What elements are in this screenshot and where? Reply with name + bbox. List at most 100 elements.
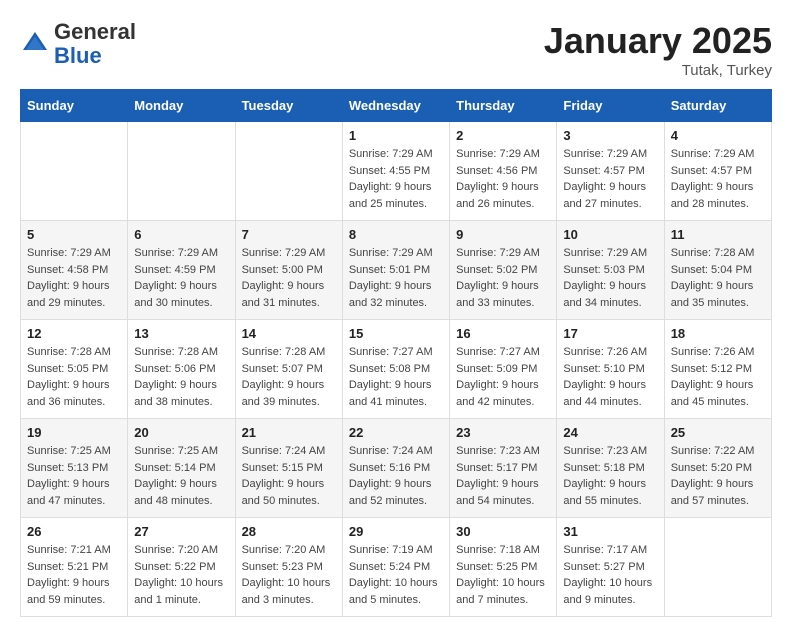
day-detail: Sunrise: 7:26 AM Sunset: 5:12 PM Dayligh… — [671, 344, 765, 410]
day-number: 7 — [242, 227, 336, 242]
day-number: 10 — [563, 227, 657, 242]
day-detail: Sunrise: 7:25 AM Sunset: 5:14 PM Dayligh… — [134, 443, 228, 509]
calendar-cell: 12 Sunrise: 7:28 AM Sunset: 5:05 PM Dayli… — [21, 320, 128, 419]
day-detail: Sunrise: 7:28 AM Sunset: 5:06 PM Dayligh… — [134, 344, 228, 410]
calendar-cell: 2 Sunrise: 7:29 AM Sunset: 4:56 PM Daylig… — [450, 122, 557, 221]
calendar-cell: 25Sunrise: 7:22 AM Sunset: 5:20 PM Dayli… — [664, 419, 771, 518]
day-number: 11 — [671, 227, 765, 242]
day-detail: Sunrise: 7:27 AM Sunset: 5:08 PM Dayligh… — [349, 344, 443, 410]
calendar-cell: 14 Sunrise: 7:28 AM Sunset: 5:07 PM Dayli… — [235, 320, 342, 419]
calendar-week-row: 26 Sunrise: 7:21 AM Sunset: 5:21 PM Dayli… — [21, 518, 772, 617]
location-subtitle: Tutak, Turkey — [544, 62, 772, 79]
day-number: 13 — [134, 326, 228, 341]
calendar-week-row: 1Sunrise: 7:29 AM Sunset: 4:55 PM Daylig… — [21, 122, 772, 221]
day-detail: Sunrise: 7:23 AM Sunset: 5:17 PM Dayligh… — [456, 443, 550, 509]
calendar-cell — [21, 122, 128, 221]
calendar-cell — [128, 122, 235, 221]
calendar-cell: 26 Sunrise: 7:21 AM Sunset: 5:21 PM Dayli… — [21, 518, 128, 617]
day-number: 12 — [27, 326, 121, 341]
day-detail: Sunrise: 7:29 AM Sunset: 5:01 PM Dayligh… — [349, 245, 443, 311]
calendar-cell: 10 Sunrise: 7:29 AM Sunset: 5:03 PM Dayli… — [557, 221, 664, 320]
day-detail: Sunrise: 7:19 AM Sunset: 5:24 PM Dayligh… — [349, 542, 443, 608]
day-detail: Sunrise: 7:21 AM Sunset: 5:21 PM Dayligh… — [27, 542, 121, 608]
calendar-header-row: SundayMondayTuesdayWednesdayThursdayFrid… — [21, 90, 772, 122]
calendar-cell: 4 Sunrise: 7:29 AM Sunset: 4:57 PM Daylig… — [664, 122, 771, 221]
calendar-cell: 19 Sunrise: 7:25 AM Sunset: 5:13 PM Dayli… — [21, 419, 128, 518]
calendar-cell: 24 Sunrise: 7:23 AM Sunset: 5:18 PM Dayli… — [557, 419, 664, 518]
day-detail: Sunrise: 7:28 AM Sunset: 5:04 PM Dayligh… — [671, 245, 765, 311]
day-detail: Sunrise: 7:29 AM Sunset: 4:56 PM Dayligh… — [456, 146, 550, 212]
logo: General Blue — [20, 20, 136, 68]
day-detail: Sunrise: 7:28 AM Sunset: 5:05 PM Dayligh… — [27, 344, 121, 410]
day-number: 4 — [671, 128, 765, 143]
day-detail: Sunrise: 7:29 AM Sunset: 4:55 PM Dayligh… — [349, 146, 443, 212]
day-detail: Sunrise: 7:22 AM Sunset: 5:20 PM Dayligh… — [671, 443, 765, 509]
day-number: 22 — [349, 425, 443, 440]
day-number: 18 — [671, 326, 765, 341]
day-detail: Sunrise: 7:29 AM Sunset: 5:03 PM Dayligh… — [563, 245, 657, 311]
day-number: 26 — [27, 524, 121, 539]
day-detail: Sunrise: 7:29 AM Sunset: 5:02 PM Dayligh… — [456, 245, 550, 311]
day-number: 24 — [563, 425, 657, 440]
page-header: General Blue January 2025 Tutak, Turkey — [20, 20, 772, 79]
calendar-cell: 7Sunrise: 7:29 AM Sunset: 5:00 PM Daylig… — [235, 221, 342, 320]
day-number: 29 — [349, 524, 443, 539]
header-sunday: Sunday — [21, 90, 128, 122]
title-block: January 2025 Tutak, Turkey — [544, 20, 772, 79]
day-number: 23 — [456, 425, 550, 440]
day-number: 19 — [27, 425, 121, 440]
month-title: January 2025 — [544, 20, 772, 62]
calendar-cell: 5 Sunrise: 7:29 AM Sunset: 4:58 PM Daylig… — [21, 221, 128, 320]
day-detail: Sunrise: 7:18 AM Sunset: 5:25 PM Dayligh… — [456, 542, 550, 608]
calendar-week-row: 12 Sunrise: 7:28 AM Sunset: 5:05 PM Dayli… — [21, 320, 772, 419]
calendar-week-row: 19 Sunrise: 7:25 AM Sunset: 5:13 PM Dayli… — [21, 419, 772, 518]
header-thursday: Thursday — [450, 90, 557, 122]
day-number: 8 — [349, 227, 443, 242]
day-number: 2 — [456, 128, 550, 143]
day-detail: Sunrise: 7:23 AM Sunset: 5:18 PM Dayligh… — [563, 443, 657, 509]
calendar-cell: 16Sunrise: 7:27 AM Sunset: 5:09 PM Dayli… — [450, 320, 557, 419]
day-number: 16 — [456, 326, 550, 341]
day-detail: Sunrise: 7:29 AM Sunset: 4:57 PM Dayligh… — [563, 146, 657, 212]
day-number: 20 — [134, 425, 228, 440]
calendar-cell: 28Sunrise: 7:20 AM Sunset: 5:23 PM Dayli… — [235, 518, 342, 617]
day-number: 17 — [563, 326, 657, 341]
calendar-cell: 22 Sunrise: 7:24 AM Sunset: 5:16 PM Dayli… — [342, 419, 449, 518]
logo-text: General Blue — [54, 20, 136, 68]
day-number: 3 — [563, 128, 657, 143]
day-detail: Sunrise: 7:20 AM Sunset: 5:22 PM Dayligh… — [134, 542, 228, 608]
day-number: 5 — [27, 227, 121, 242]
calendar-cell: 23 Sunrise: 7:23 AM Sunset: 5:17 PM Dayli… — [450, 419, 557, 518]
day-detail: Sunrise: 7:24 AM Sunset: 5:15 PM Dayligh… — [242, 443, 336, 509]
calendar-cell: 15 Sunrise: 7:27 AM Sunset: 5:08 PM Dayli… — [342, 320, 449, 419]
day-number: 9 — [456, 227, 550, 242]
day-detail: Sunrise: 7:29 AM Sunset: 4:57 PM Dayligh… — [671, 146, 765, 212]
header-monday: Monday — [128, 90, 235, 122]
calendar-cell: 8 Sunrise: 7:29 AM Sunset: 5:01 PM Daylig… — [342, 221, 449, 320]
calendar-cell: 30 Sunrise: 7:18 AM Sunset: 5:25 PM Dayli… — [450, 518, 557, 617]
day-number: 15 — [349, 326, 443, 341]
logo-general: General — [54, 19, 136, 44]
day-detail: Sunrise: 7:24 AM Sunset: 5:16 PM Dayligh… — [349, 443, 443, 509]
calendar-cell: 18 Sunrise: 7:26 AM Sunset: 5:12 PM Dayli… — [664, 320, 771, 419]
header-saturday: Saturday — [664, 90, 771, 122]
calendar-cell: 11 Sunrise: 7:28 AM Sunset: 5:04 PM Dayli… — [664, 221, 771, 320]
day-detail: Sunrise: 7:29 AM Sunset: 4:59 PM Dayligh… — [134, 245, 228, 311]
calendar-cell: 6Sunrise: 7:29 AM Sunset: 4:59 PM Daylig… — [128, 221, 235, 320]
day-detail: Sunrise: 7:26 AM Sunset: 5:10 PM Dayligh… — [563, 344, 657, 410]
day-detail: Sunrise: 7:28 AM Sunset: 5:07 PM Dayligh… — [242, 344, 336, 410]
header-tuesday: Tuesday — [235, 90, 342, 122]
calendar-table: SundayMondayTuesdayWednesdayThursdayFrid… — [20, 89, 772, 617]
calendar-cell — [235, 122, 342, 221]
day-number: 27 — [134, 524, 228, 539]
header-wednesday: Wednesday — [342, 90, 449, 122]
calendar-cell: 29 Sunrise: 7:19 AM Sunset: 5:24 PM Dayli… — [342, 518, 449, 617]
day-detail: Sunrise: 7:20 AM Sunset: 5:23 PM Dayligh… — [242, 542, 336, 608]
day-detail: Sunrise: 7:29 AM Sunset: 4:58 PM Dayligh… — [27, 245, 121, 311]
day-detail: Sunrise: 7:25 AM Sunset: 5:13 PM Dayligh… — [27, 443, 121, 509]
calendar-cell: 1Sunrise: 7:29 AM Sunset: 4:55 PM Daylig… — [342, 122, 449, 221]
calendar-week-row: 5 Sunrise: 7:29 AM Sunset: 4:58 PM Daylig… — [21, 221, 772, 320]
logo-blue: Blue — [54, 43, 102, 68]
day-number: 30 — [456, 524, 550, 539]
day-number: 14 — [242, 326, 336, 341]
